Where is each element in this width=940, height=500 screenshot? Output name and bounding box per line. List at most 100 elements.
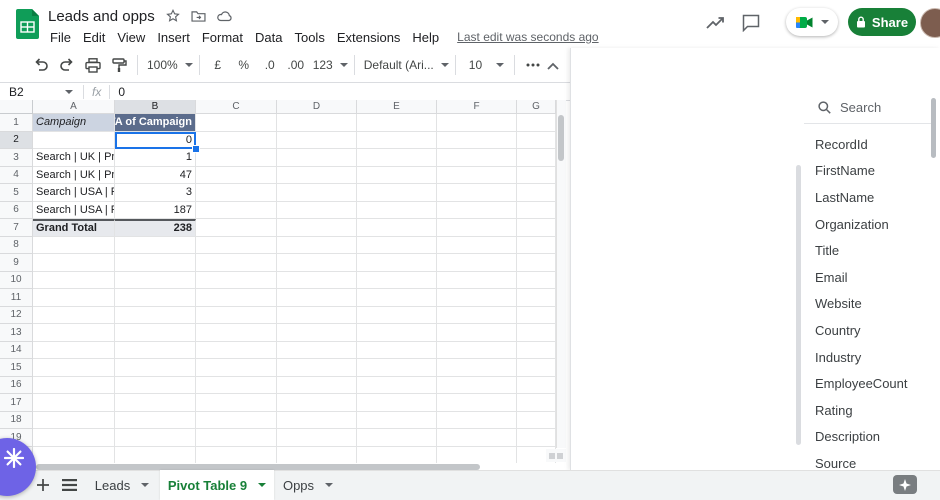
cell-F4[interactable] (437, 166, 517, 184)
cell-E15[interactable] (357, 359, 437, 377)
cell-D2[interactable] (277, 131, 357, 149)
tab-menu-caret[interactable] (325, 483, 334, 487)
cell-D7[interactable] (277, 219, 357, 237)
cell-B17[interactable] (115, 394, 196, 412)
fill-handle[interactable] (192, 145, 200, 153)
cell-A1[interactable]: Campaign (33, 114, 115, 132)
cell-A15[interactable] (33, 359, 115, 377)
cell-B14[interactable] (115, 341, 196, 359)
cell-B16[interactable] (115, 376, 196, 394)
star-icon[interactable] (165, 9, 180, 23)
cell-F7[interactable] (437, 219, 517, 237)
paint-format-button[interactable] (107, 53, 131, 77)
cell-C15[interactable] (196, 359, 277, 377)
cell-G2[interactable] (517, 131, 556, 149)
cell-F11[interactable] (437, 289, 517, 307)
cell-B1[interactable]: COUNTA of Campaign (115, 114, 196, 132)
cell-A18[interactable] (33, 411, 115, 429)
cell-F12[interactable] (437, 306, 517, 324)
meet-button[interactable] (786, 8, 838, 36)
cell-G19[interactable] (517, 429, 556, 447)
number-format-button[interactable]: 123 (310, 53, 348, 77)
cell-G1[interactable] (517, 114, 556, 132)
field-item-description[interactable]: Description (804, 424, 924, 451)
cell-E5[interactable] (357, 184, 437, 202)
cell-D17[interactable] (277, 394, 357, 412)
cell-G7[interactable] (517, 219, 556, 237)
cell-B7[interactable]: 238 (115, 219, 196, 237)
cell-D15[interactable] (277, 359, 357, 377)
cell-E7[interactable] (357, 219, 437, 237)
cell-B5[interactable]: 3 (115, 184, 196, 202)
cell-B3[interactable]: 1 (115, 149, 196, 167)
cell-G4[interactable] (517, 166, 556, 184)
cell-B20[interactable] (115, 446, 196, 463)
row-header-18[interactable]: 18 (0, 411, 33, 429)
cloud-status-icon[interactable] (216, 10, 233, 22)
cell-C3[interactable] (196, 149, 277, 167)
cell-E14[interactable] (357, 341, 437, 359)
cell-E1[interactable] (357, 114, 437, 132)
cell-A17[interactable] (33, 394, 115, 412)
menu-insert[interactable]: Insert (151, 28, 196, 47)
cell-D16[interactable] (277, 376, 357, 394)
cell-C1[interactable] (196, 114, 277, 132)
cell-B8[interactable] (115, 236, 196, 254)
row-header-13[interactable]: 13 (0, 324, 33, 342)
cell-C4[interactable] (196, 166, 277, 184)
more-toolbar-button[interactable] (521, 53, 545, 77)
cell-E17[interactable] (357, 394, 437, 412)
sheet-tab-pivot-table-9[interactable]: Pivot Table 9 (160, 470, 274, 500)
cell-C20[interactable] (196, 446, 277, 463)
cell-C9[interactable] (196, 254, 277, 272)
cell-F17[interactable] (437, 394, 517, 412)
cell-D4[interactable] (277, 166, 357, 184)
cell-E18[interactable] (357, 411, 437, 429)
cell-F14[interactable] (437, 341, 517, 359)
field-item-lastname[interactable]: LastName (804, 184, 924, 211)
cell-G15[interactable] (517, 359, 556, 377)
cell-C2[interactable] (196, 131, 277, 149)
cell-B11[interactable] (115, 289, 196, 307)
cell-B6[interactable]: 187 (115, 201, 196, 219)
cell-E10[interactable] (357, 271, 437, 289)
cell-E9[interactable] (357, 254, 437, 272)
cell-A4[interactable]: Search | UK | Pr (33, 166, 115, 184)
field-list-scrollbar-thumb[interactable] (931, 98, 936, 158)
cell-E6[interactable] (357, 201, 437, 219)
menu-format[interactable]: Format (196, 28, 249, 47)
cell-G11[interactable] (517, 289, 556, 307)
row-header-16[interactable]: 16 (0, 376, 33, 394)
cell-G5[interactable] (517, 184, 556, 202)
cell-D19[interactable] (277, 429, 357, 447)
cell-B13[interactable] (115, 324, 196, 342)
row-header-15[interactable]: 15 (0, 359, 33, 377)
row-header-4[interactable]: 4 (0, 166, 33, 184)
scroll-corner[interactable] (546, 449, 566, 462)
cell-D3[interactable] (277, 149, 357, 167)
cell-C7[interactable] (196, 219, 277, 237)
share-button[interactable]: Share (848, 8, 916, 36)
cell-A11[interactable] (33, 289, 115, 307)
account-avatar[interactable] (920, 8, 940, 38)
cell-C17[interactable] (196, 394, 277, 412)
cell-C14[interactable] (196, 341, 277, 359)
cell-E8[interactable] (357, 236, 437, 254)
cell-B18[interactable] (115, 411, 196, 429)
cell-C11[interactable] (196, 289, 277, 307)
field-item-website[interactable]: Website (804, 291, 924, 318)
cell-G8[interactable] (517, 236, 556, 254)
increase-decimal-button[interactable]: .00 (284, 53, 308, 77)
cell-E16[interactable] (357, 376, 437, 394)
activity-trend-icon[interactable] (706, 15, 726, 31)
cell-D14[interactable] (277, 341, 357, 359)
menu-edit[interactable]: Edit (77, 28, 111, 47)
cell-F5[interactable] (437, 184, 517, 202)
column-header-E[interactable]: E (357, 100, 437, 114)
row-header-17[interactable]: 17 (0, 394, 33, 412)
field-item-industry[interactable]: Industry (804, 344, 924, 371)
cell-D8[interactable] (277, 236, 357, 254)
sheets-logo-icon[interactable] (16, 9, 39, 39)
row-header-3[interactable]: 3 (0, 149, 33, 167)
cell-A10[interactable] (33, 271, 115, 289)
